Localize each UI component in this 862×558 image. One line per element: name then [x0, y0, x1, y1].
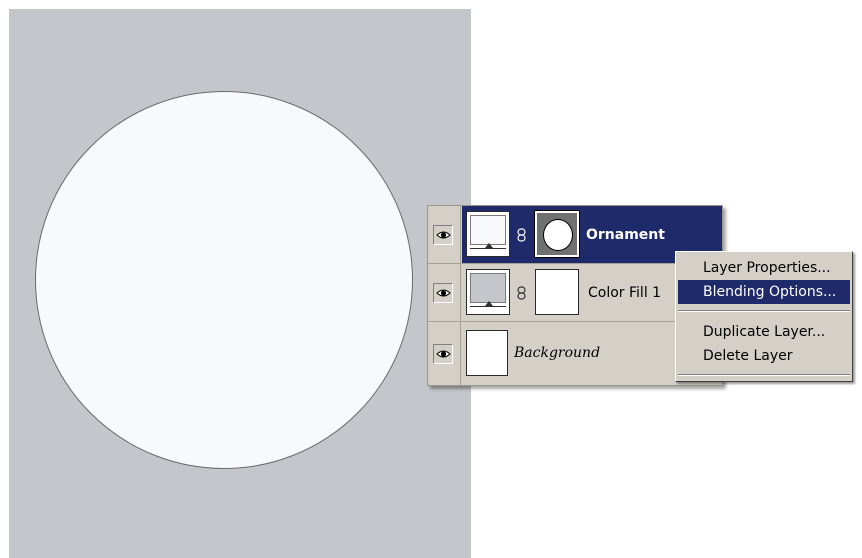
visibility-toggle[interactable] — [433, 224, 453, 245]
fill-swatch — [470, 273, 506, 303]
slider-line — [470, 306, 506, 307]
eye-icon — [436, 289, 451, 296]
slider-triangle-icon — [485, 301, 493, 306]
link-chain-icon[interactable] — [517, 286, 526, 300]
mask-circle-shape — [543, 219, 573, 251]
layer-thumbnail[interactable] — [466, 330, 508, 376]
slider-line — [470, 248, 506, 249]
document-canvas[interactable] — [9, 9, 471, 558]
menu-item-blending-options[interactable]: Blending Options... — [678, 280, 850, 304]
layer-name: Ornament — [586, 227, 665, 243]
vector-mask-thumbnail[interactable] — [534, 210, 580, 258]
slider-triangle-icon — [485, 243, 493, 248]
layer-thumbnail[interactable] — [466, 211, 510, 257]
eye-icon — [436, 231, 451, 238]
ornament-circle-shape[interactable] — [35, 91, 413, 469]
visibility-toggle[interactable] — [433, 343, 453, 364]
menu-item-layer-properties[interactable]: Layer Properties... — [678, 256, 850, 280]
layer-name: Color Fill 1 — [588, 285, 662, 301]
menu-separator — [678, 374, 850, 376]
layer-name: Background — [514, 345, 601, 361]
context-menu: Layer Properties... Blending Options... … — [675, 251, 853, 382]
fill-swatch — [470, 215, 506, 245]
menu-item-duplicate-layer[interactable]: Duplicate Layer... — [678, 320, 850, 344]
menu-separator — [678, 310, 850, 312]
visibility-cell — [428, 264, 461, 321]
menu-item-delete-layer[interactable]: Delete Layer — [678, 344, 850, 368]
link-chain-icon[interactable] — [517, 228, 526, 242]
visibility-cell — [428, 322, 461, 385]
layer-thumbnail[interactable] — [466, 269, 510, 315]
visibility-cell — [428, 206, 461, 263]
eye-icon — [436, 350, 451, 357]
layer-mask-thumbnail[interactable] — [535, 269, 579, 315]
visibility-toggle[interactable] — [433, 282, 453, 303]
